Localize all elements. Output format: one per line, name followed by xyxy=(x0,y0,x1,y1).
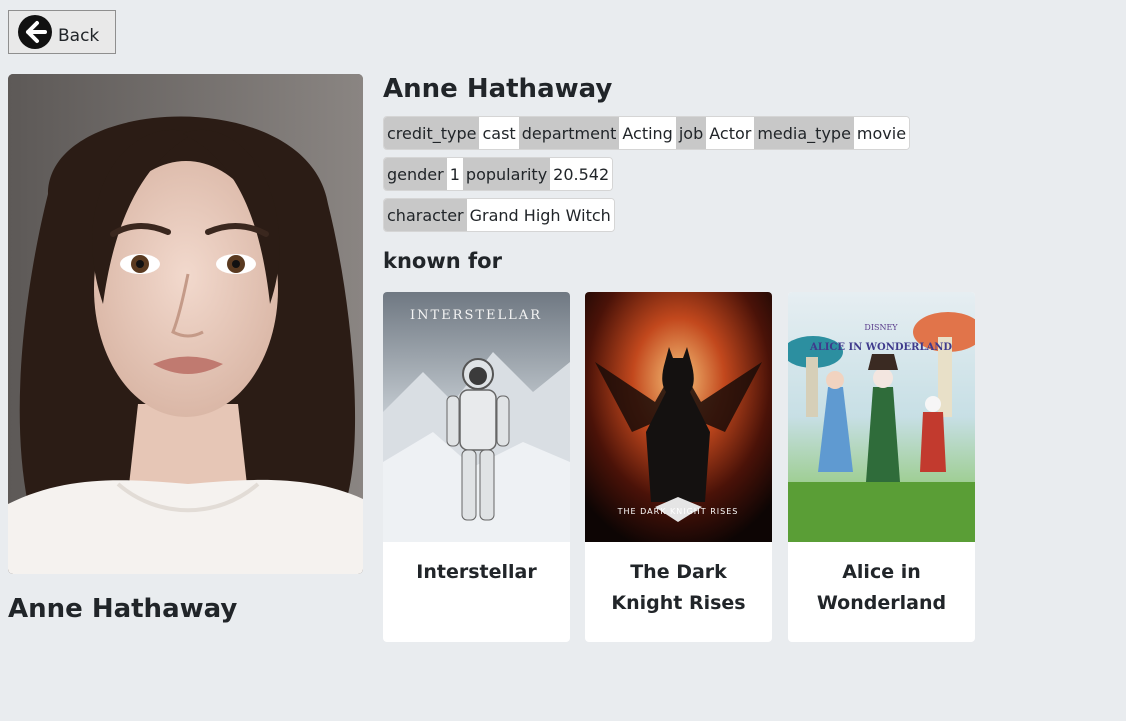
tag-row: credit_type cast department Acting job A… xyxy=(383,116,911,150)
tag-key: job xyxy=(675,117,707,149)
poster-title: ALICE IN WONDERLAND xyxy=(809,342,952,353)
tag-value: Actor xyxy=(706,117,755,149)
movie-poster: DISNEY ALICE IN WONDERLAND xyxy=(788,292,975,542)
tag-key: character xyxy=(384,199,467,231)
tag-value: cast xyxy=(479,117,519,149)
tag-value: movie xyxy=(853,117,910,149)
movie-card[interactable]: DISNEY ALICE IN WONDERLAND Alice in Wond… xyxy=(788,292,975,642)
movie-poster: INTERSTELLAR xyxy=(383,292,570,542)
tag-value: Acting xyxy=(619,117,676,149)
movie-card[interactable]: THE DARK KNIGHT RISES The Dark Knight Ri… xyxy=(585,292,772,642)
back-button-label: Back xyxy=(58,26,100,46)
tag-key: media_type xyxy=(754,117,854,149)
known-for-heading: known for xyxy=(383,249,502,273)
movie-title: Interstellar xyxy=(416,561,537,583)
tag-key: gender xyxy=(384,158,447,190)
tag-key: popularity xyxy=(462,158,551,190)
profile-name-caption: Anne Hathaway xyxy=(8,594,238,624)
tag-value: Grand High Witch xyxy=(466,199,614,231)
page-title: Anne Hathaway xyxy=(383,74,613,104)
tag-value: 1 xyxy=(446,158,463,190)
tag-key: credit_type xyxy=(384,117,480,149)
movie-poster: THE DARK KNIGHT RISES xyxy=(585,292,772,542)
tag-key: department xyxy=(518,117,620,149)
arrow-left-circle-icon xyxy=(18,15,52,49)
poster-brand: DISNEY xyxy=(864,323,898,332)
movie-card[interactable]: INTERSTELLAR Interstellar xyxy=(383,292,570,642)
tag-row: gender 1 popularity 20.542 xyxy=(383,157,614,191)
tag-value: 20.542 xyxy=(550,158,613,190)
movie-title: The Dark Knight Rises xyxy=(611,561,746,614)
back-button[interactable]: Back xyxy=(8,10,116,54)
profile-photo xyxy=(8,74,363,574)
poster-title: INTERSTELLAR xyxy=(410,308,542,323)
tag-row: character Grand High Witch xyxy=(383,198,615,232)
movie-title: Alice in Wonderland xyxy=(816,561,947,614)
poster-title: THE DARK KNIGHT RISES xyxy=(617,507,739,516)
